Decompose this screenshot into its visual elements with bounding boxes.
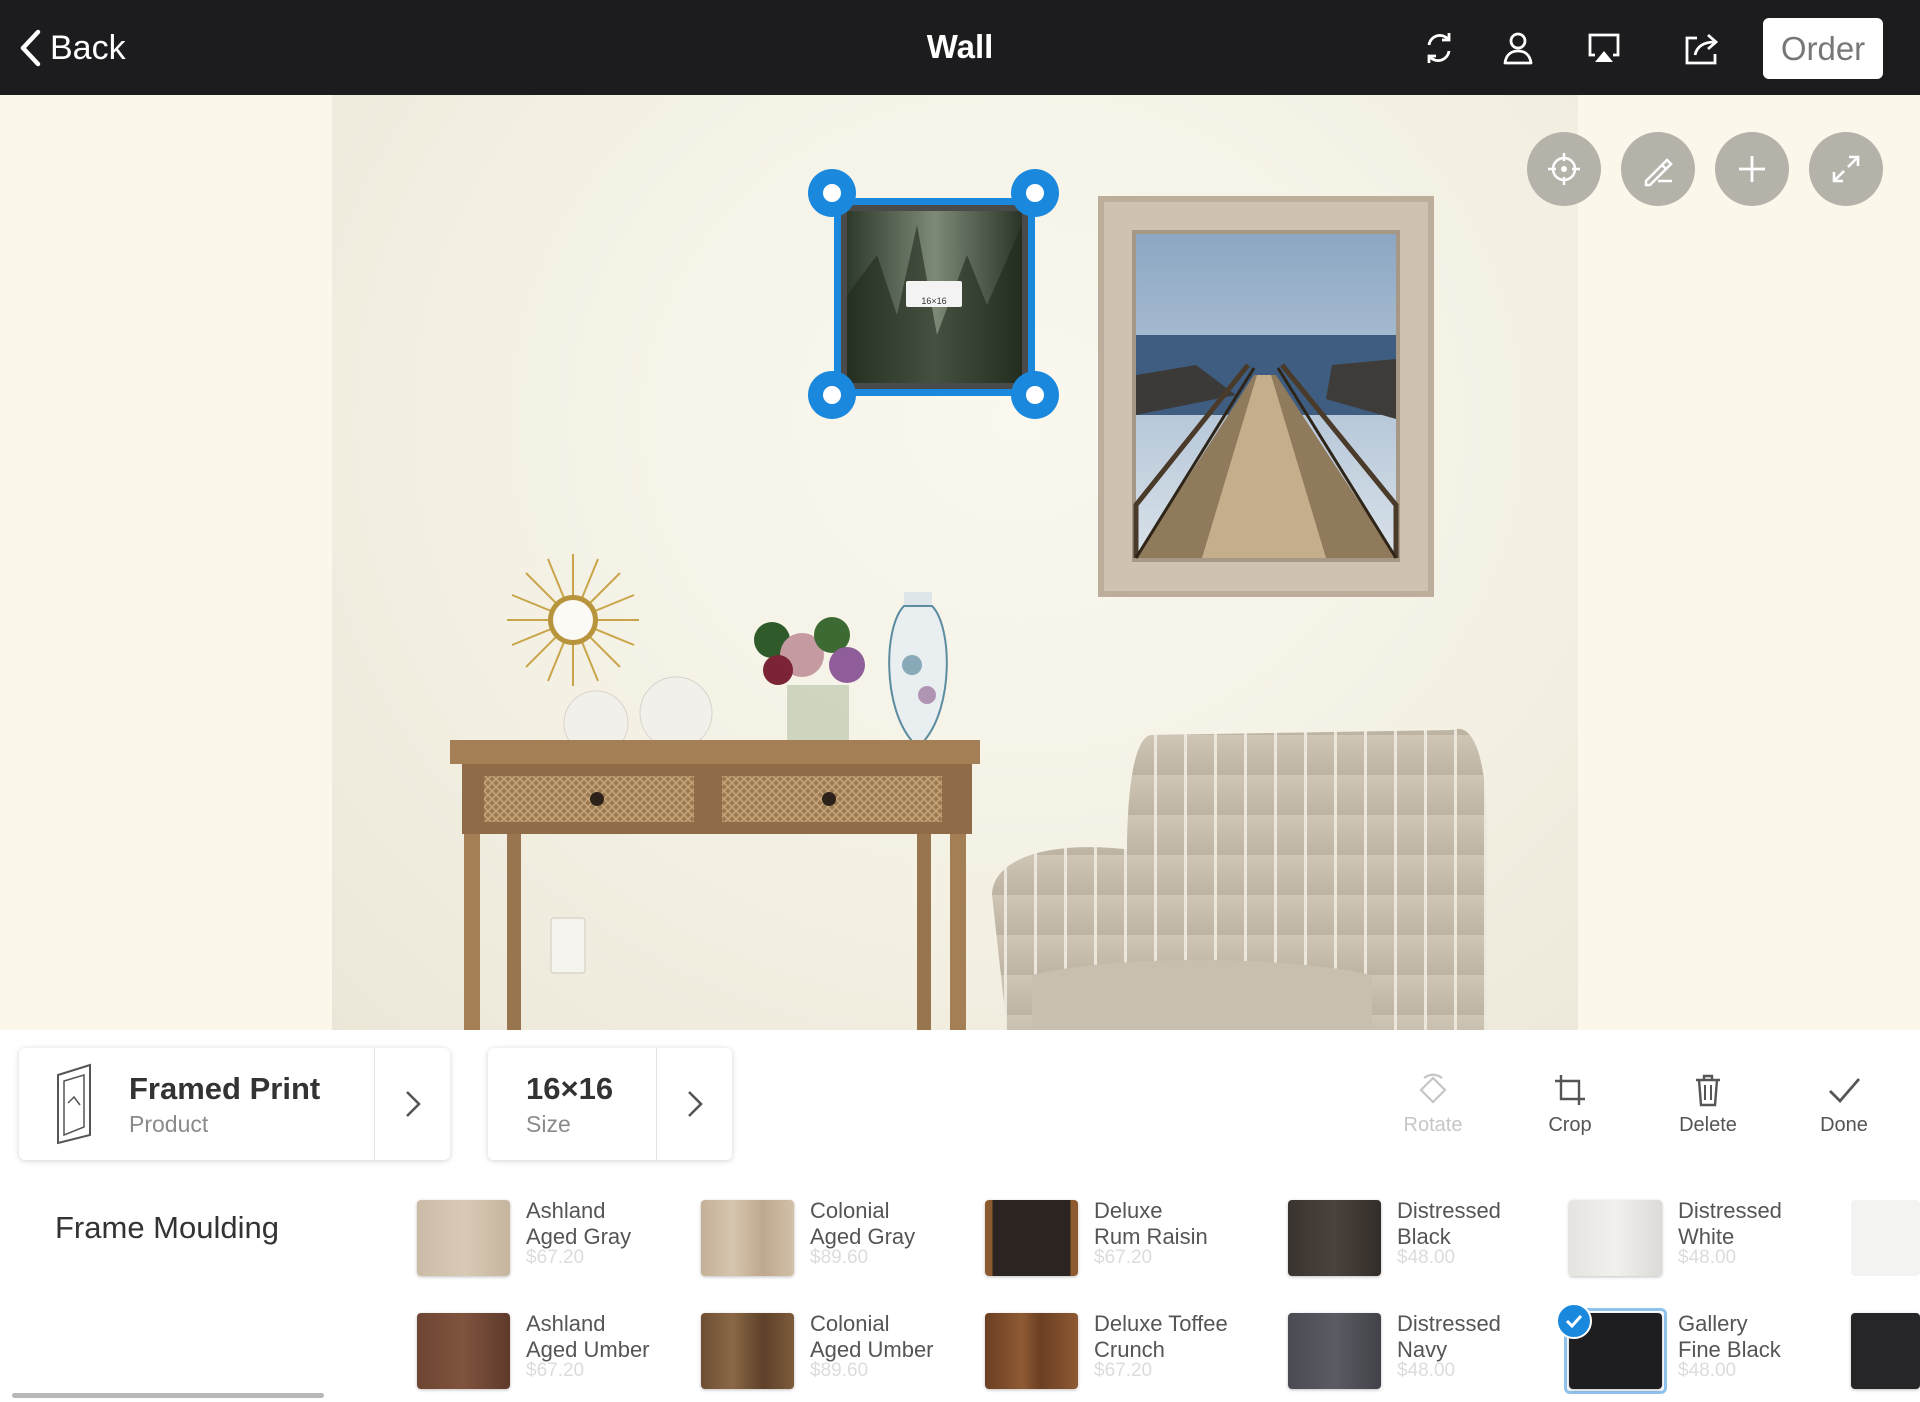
- moulding-swatch: [1851, 1313, 1920, 1389]
- moulding-name: Deluxe Rum Raisin: [1094, 1198, 1208, 1249]
- moulding-price: $89.60: [810, 1247, 869, 1268]
- console-table: [450, 740, 980, 1030]
- measure-button[interactable]: [1621, 132, 1695, 206]
- moulding-option-partial[interactable]: [1851, 1313, 1920, 1393]
- moulding-option[interactable]: Ashland Aged Umber $67.20: [417, 1311, 667, 1393]
- product-selector[interactable]: Framed Print Product: [19, 1048, 450, 1160]
- moulding-option[interactable]: Colonial Aged Umber $89.60: [701, 1311, 951, 1393]
- porcelain-vase: [888, 592, 948, 742]
- ruler-pencil-icon: [1644, 158, 1673, 187]
- expand-button[interactable]: [1809, 132, 1883, 206]
- target-icon: [1548, 153, 1580, 185]
- size-next-button[interactable]: [656, 1048, 732, 1160]
- chevron-right-icon: [687, 1091, 703, 1117]
- size-selector-main[interactable]: 16×16 Size: [526, 1048, 656, 1160]
- refresh-icon[interactable]: [1415, 24, 1463, 72]
- delete-label: Delete: [1679, 1114, 1737, 1136]
- moulding-swatch: [417, 1200, 510, 1276]
- moulding-price: $48.00: [1678, 1360, 1737, 1381]
- moulding-option[interactable]: Ashland Aged Gray $67.20: [417, 1198, 667, 1280]
- moulding-name: Colonial Aged Gray: [810, 1198, 916, 1249]
- moulding-name: Distressed White: [1678, 1198, 1782, 1249]
- moulding-swatch: [985, 1200, 1078, 1276]
- delete-button[interactable]: Delete: [1653, 1070, 1763, 1137]
- airplay-icon[interactable]: [1580, 24, 1628, 72]
- moulding-price: $89.60: [810, 1360, 869, 1381]
- share-icon[interactable]: [1678, 24, 1726, 72]
- size-subtitle: Size: [526, 1110, 571, 1137]
- moulding-option[interactable]: Distressed White $48.00: [1569, 1198, 1839, 1280]
- product-selector-main[interactable]: Framed Print Product: [19, 1048, 374, 1160]
- moulding-swatch: [417, 1313, 510, 1389]
- target-button[interactable]: [1527, 132, 1601, 206]
- moulding-name: Ashland Aged Gray: [526, 1198, 632, 1249]
- product-next-button[interactable]: [374, 1048, 450, 1160]
- moulding-option[interactable]: Deluxe Toffee Crunch $67.20: [985, 1311, 1265, 1393]
- moulding-option-selected[interactable]: Gallery Fine Black $48.00: [1556, 1303, 1839, 1394]
- moulding-option-partial[interactable]: [1851, 1200, 1920, 1280]
- rotate-icon: [1378, 1070, 1488, 1110]
- pier-frame[interactable]: [1098, 196, 1434, 597]
- plus-icon: [1739, 156, 1765, 182]
- moulding-option[interactable]: Colonial Aged Gray $89.60: [701, 1198, 951, 1280]
- flower-vase: [754, 617, 865, 745]
- done-label: Done: [1820, 1114, 1868, 1136]
- moulding-price: $67.20: [526, 1360, 585, 1381]
- chevron-left-icon: [20, 29, 41, 67]
- moulding-name: Ashland Aged Umber: [526, 1311, 650, 1362]
- crop-label: Crop: [1548, 1114, 1592, 1136]
- done-button[interactable]: Done: [1789, 1070, 1899, 1137]
- horizontal-scrollbar[interactable]: [12, 1393, 324, 1398]
- back-label: Back: [50, 28, 126, 67]
- moulding-price: $67.20: [1094, 1247, 1153, 1268]
- moulding-name: Colonial Aged Umber: [810, 1311, 934, 1362]
- frame-moulding-label: Frame Moulding: [55, 1210, 279, 1245]
- product-subtitle: Product: [129, 1110, 209, 1137]
- moulding-swatch: [985, 1313, 1078, 1389]
- trash-icon: [1653, 1070, 1763, 1110]
- room-photo: [332, 95, 1578, 1030]
- navigation-bar: Back Wall Order: [0, 0, 1920, 95]
- moulding-swatch: [701, 1200, 794, 1276]
- sunburst-clock: [507, 554, 639, 686]
- moulding-price: $48.00: [1397, 1247, 1456, 1268]
- wall-canvas[interactable]: [0, 95, 1920, 1030]
- bottom-panel: Framed Print Product 16×16 Size Rotate C…: [0, 1030, 1920, 1402]
- moulding-swatch: [1288, 1313, 1381, 1389]
- add-button[interactable]: [1715, 132, 1789, 206]
- moulding-option[interactable]: Distressed Black $48.00: [1288, 1198, 1558, 1280]
- checkmark-icon: [1556, 1303, 1592, 1339]
- user-icon[interactable]: [1494, 24, 1542, 72]
- page-title: Wall: [926, 28, 994, 65]
- moulding-swatch: [1288, 1200, 1381, 1276]
- moulding-name: Distressed Black: [1397, 1198, 1501, 1249]
- framed-print-icon: [19, 1063, 129, 1145]
- chevron-right-icon: [405, 1091, 421, 1117]
- moulding-option[interactable]: Deluxe Rum Raisin $67.20: [985, 1198, 1265, 1280]
- moulding-name: Deluxe Toffee Crunch: [1094, 1311, 1228, 1362]
- moulding-option[interactable]: Distressed Navy $48.00: [1288, 1311, 1558, 1393]
- armchair: [992, 728, 1487, 1030]
- crop-button[interactable]: Crop: [1515, 1070, 1625, 1137]
- moulding-name: Gallery Fine Black: [1678, 1311, 1781, 1362]
- crop-icon: [1515, 1070, 1625, 1110]
- rotate-button[interactable]: Rotate: [1378, 1070, 1488, 1137]
- moulding-swatch: [1851, 1200, 1920, 1276]
- frame-size-tag: 16×16: [921, 296, 947, 306]
- check-icon: [1789, 1070, 1899, 1110]
- expand-icon: [1832, 155, 1860, 183]
- moulding-price: $48.00: [1678, 1247, 1737, 1268]
- product-title: Framed Print: [129, 1070, 321, 1106]
- moulding-swatch: [701, 1313, 794, 1389]
- back-button[interactable]: Back: [18, 22, 126, 74]
- order-button[interactable]: Order: [1763, 18, 1883, 79]
- moulding-price: $67.20: [526, 1247, 585, 1268]
- moulding-price: $67.20: [1094, 1360, 1153, 1381]
- size-selector[interactable]: 16×16 Size: [488, 1048, 732, 1160]
- moulding-swatch: [1569, 1200, 1662, 1276]
- rotate-label: Rotate: [1403, 1114, 1463, 1136]
- size-title: 16×16: [526, 1070, 614, 1106]
